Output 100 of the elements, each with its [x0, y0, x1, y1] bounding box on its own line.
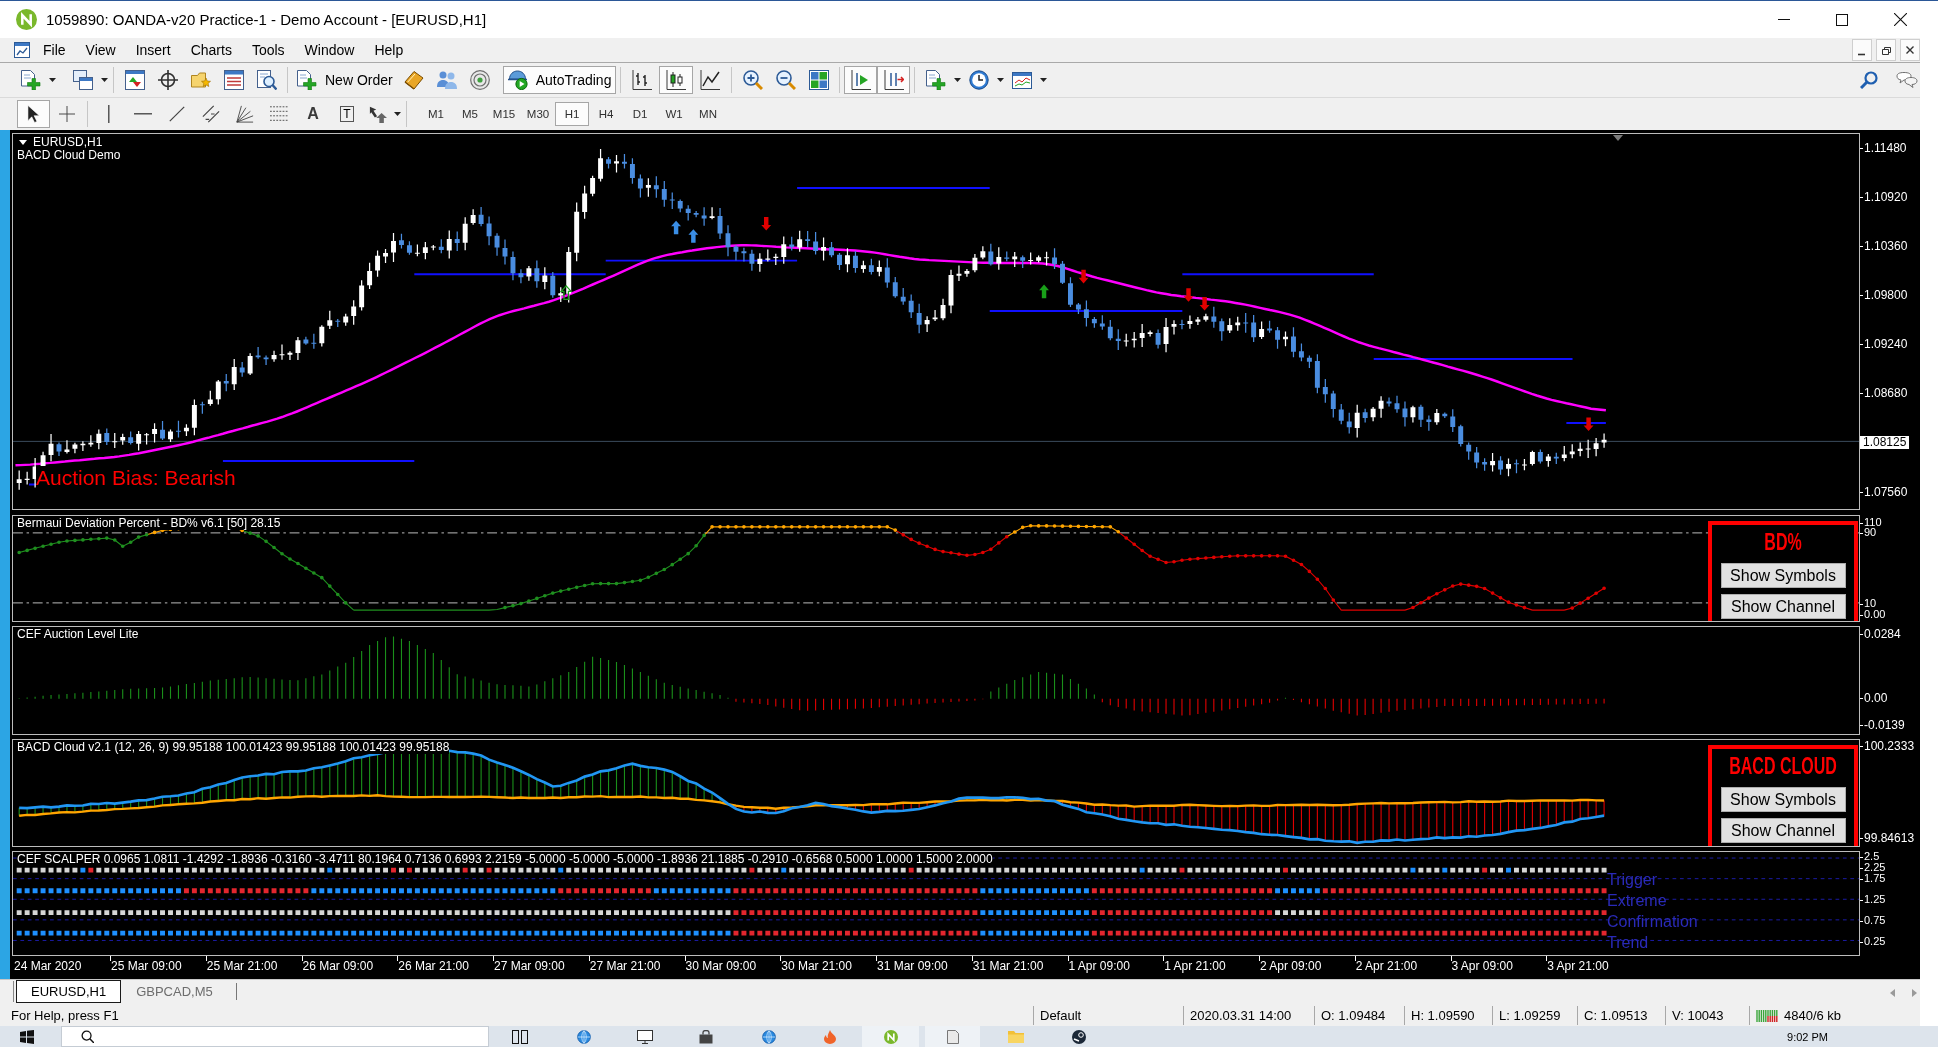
time-label: 1 Apr 09:00 [1067, 956, 1164, 979]
period-button[interactable]: H4 [589, 102, 623, 126]
document-plus-icon [297, 70, 317, 90]
document-plus-icon[interactable] [20, 70, 41, 90]
indicator-title: Bermaui Deviation Percent - BD% v6.1 [50] 28.15 [17, 517, 281, 530]
caret-icon[interactable] [996, 78, 1004, 82]
crosshair-icon [58, 106, 75, 122]
text-label-tool[interactable]: T [330, 100, 364, 128]
triangle-icon[interactable] [19, 140, 27, 145]
vertical-line-icon [107, 105, 111, 123]
caret-icon[interactable] [48, 78, 56, 82]
panel-title: BACD CLOUD [1729, 753, 1837, 781]
document-plus-icon[interactable] [925, 70, 946, 90]
menu-item[interactable]: Charts [180, 38, 242, 62]
time-label: 31 Mar 09:00 [876, 956, 972, 979]
window-title: 1059890: OANDA-v20 Practice-1 - Demo Account - [EURUSD,H1] [46, 11, 487, 28]
globe-icon[interactable] [762, 1029, 776, 1044]
panel-button[interactable]: Show Symbols [1720, 787, 1846, 812]
time-label: 27 Mar 09:00 [493, 956, 589, 979]
period-button[interactable]: H1 [555, 102, 589, 126]
chart-shift-button[interactable] [877, 66, 911, 94]
menu-item[interactable]: Help [364, 38, 414, 62]
chat-bubbles-icon[interactable] [1896, 72, 1918, 88]
time-label: 1 Apr 21:00 [1163, 956, 1259, 979]
tile-windows-icon[interactable] [808, 70, 829, 90]
time-label: 3 Apr 09:00 [1450, 956, 1547, 979]
auto-scroll-button[interactable] [844, 66, 878, 94]
taskbar-button[interactable] [925, 1026, 980, 1047]
document-icon [946, 1029, 959, 1044]
menu-item[interactable]: View [75, 38, 126, 62]
panel-button[interactable]: Show Symbols [1720, 563, 1846, 588]
down-arrow-icon [1583, 417, 1594, 431]
arrows-icon [369, 105, 387, 123]
up-arrow-icon [688, 229, 699, 243]
caret-icon[interactable] [1039, 78, 1047, 82]
period-button[interactable]: D1 [623, 102, 657, 126]
zoom-out-icon[interactable] [775, 70, 796, 90]
flame-icon[interactable] [824, 1029, 836, 1044]
list-window-icon[interactable] [223, 70, 244, 90]
up-arrow-icon [671, 220, 681, 235]
chart-tab[interactable]: EURUSD,H1 [16, 980, 122, 1003]
caret-icon[interactable] [953, 78, 961, 82]
period-button[interactable]: MN [691, 102, 725, 126]
high-price: H: 1.09590 [1411, 1008, 1475, 1023]
period-button[interactable]: M15 [487, 102, 521, 126]
time-label: 31 Mar 21:00 [971, 956, 1068, 979]
search-field[interactable] [61, 1026, 489, 1047]
monitor-icon[interactable] [637, 1029, 653, 1044]
panel-button[interactable]: Show Channel [1720, 818, 1846, 843]
people-icon[interactable] [437, 71, 458, 89]
period-button[interactable]: M30 [521, 102, 555, 126]
menu-item[interactable]: Tools [241, 38, 295, 62]
text-tool[interactable]: A [296, 100, 330, 128]
panel-button[interactable]: Show Channel [1720, 594, 1846, 619]
menu-item[interactable]: Insert [125, 38, 181, 62]
menu-item[interactable]: Window [294, 38, 365, 62]
eraser-icon[interactable] [404, 70, 425, 90]
time-label: 25 Mar 21:00 [205, 956, 302, 979]
bag-icon[interactable] [699, 1029, 713, 1044]
window-arrows-icon[interactable] [124, 70, 145, 90]
cursor-tool[interactable] [17, 100, 50, 128]
indicator-title: CEF SCALPER 0.0965 1.0811 -1.4292 -1.8936 -0.3160 -3.4711 80.1964 0.7136 0.6993 2.2159 -5.0000 -5.0000 -5.0000 -1.8936 21.1885 -0.2910 -0.6568 0.5000 1.0000 1.5000 2.0000 [17, 853, 993, 866]
caret-icon[interactable] [393, 112, 401, 116]
line-chart-icon [700, 70, 721, 90]
windows-stack-icon[interactable] [72, 70, 93, 90]
magnifier-document-icon[interactable] [256, 70, 277, 90]
profile-name: Default [1040, 1008, 1082, 1023]
autotrading-button[interactable]: AutoTrading [502, 66, 617, 94]
new-order-button[interactable]: New Order [292, 66, 398, 94]
restore-icon[interactable] [1876, 39, 1896, 61]
signal-bars-icon [1756, 1009, 1778, 1022]
period-button[interactable]: M1 [419, 102, 453, 126]
time-label: 26 Mar 09:00 [301, 956, 398, 979]
search-icon[interactable] [1860, 71, 1878, 89]
chart-document-icon[interactable] [14, 42, 30, 58]
period-button[interactable]: M5 [453, 102, 487, 126]
task-view-icon[interactable] [512, 1029, 528, 1044]
menu-item[interactable]: File [33, 38, 76, 62]
close-icon[interactable] [1893, 13, 1907, 26]
clock-text: 9:02 PM [1787, 1030, 1828, 1043]
rings-icon[interactable] [470, 70, 491, 90]
chart-tab[interactable]: GBPCAD,M5 [121, 980, 228, 1003]
time-label: 24 Mar 2020 [13, 958, 83, 975]
bar-chart-icon [632, 70, 653, 90]
zoom-in-icon[interactable] [742, 70, 763, 90]
globe-icon[interactable] [577, 1029, 591, 1044]
caret-icon[interactable] [100, 78, 108, 82]
disc-icon[interactable] [1072, 1029, 1086, 1044]
down-arrow-icon [1183, 288, 1194, 302]
clock-icon[interactable] [968, 70, 989, 90]
folder-star-icon[interactable] [190, 72, 211, 88]
period-button[interactable]: W1 [657, 102, 691, 126]
candlestick-icon [666, 70, 687, 90]
windows-logo-icon[interactable] [20, 1029, 34, 1044]
chart-window-icon[interactable] [1011, 71, 1032, 89]
target-icon[interactable] [157, 70, 178, 90]
chart-type-button[interactable] [659, 66, 694, 94]
time-label: 2 Apr 09:00 [1259, 956, 1355, 979]
maximize-icon[interactable] [1836, 13, 1848, 26]
time-label: 30 Mar 21:00 [780, 956, 876, 979]
